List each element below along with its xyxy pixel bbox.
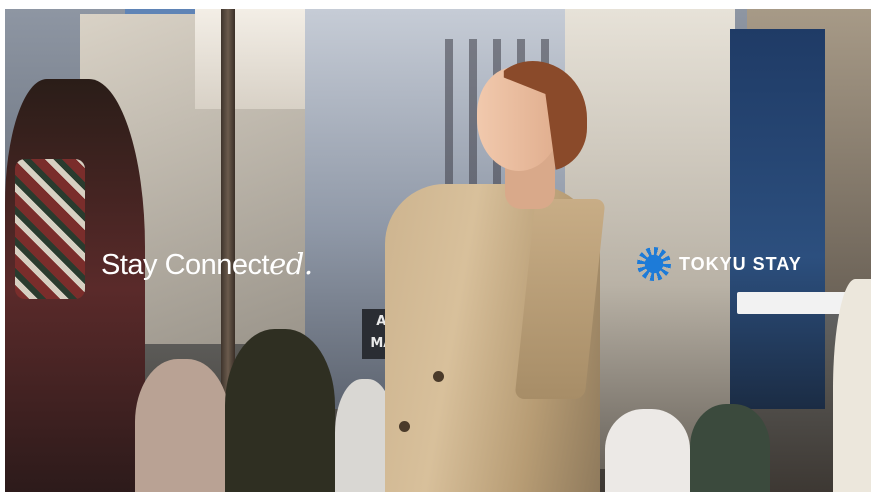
brand-logo: TOKYU STAY: [637, 247, 802, 281]
ad-banner: ABC MART Stay Connected. TOKYU STAY: [5, 9, 871, 492]
pedestrian: [225, 329, 335, 492]
pedestrian: [833, 279, 871, 492]
building: [730, 29, 825, 409]
pedestrian: [690, 404, 770, 492]
tagline-main: Stay Connect: [101, 249, 270, 281]
coat-button: [433, 371, 444, 382]
pedestrian-scarf: [15, 159, 85, 299]
tagline: Stay Connected.: [101, 247, 313, 282]
pedestrian: [135, 359, 230, 492]
tagline-suffix: ed.: [269, 247, 313, 281]
brand-name: TOKYU STAY: [679, 253, 802, 274]
brand-mark-icon: [637, 247, 671, 281]
coat-button: [399, 421, 410, 432]
pedestrian: [605, 409, 690, 492]
